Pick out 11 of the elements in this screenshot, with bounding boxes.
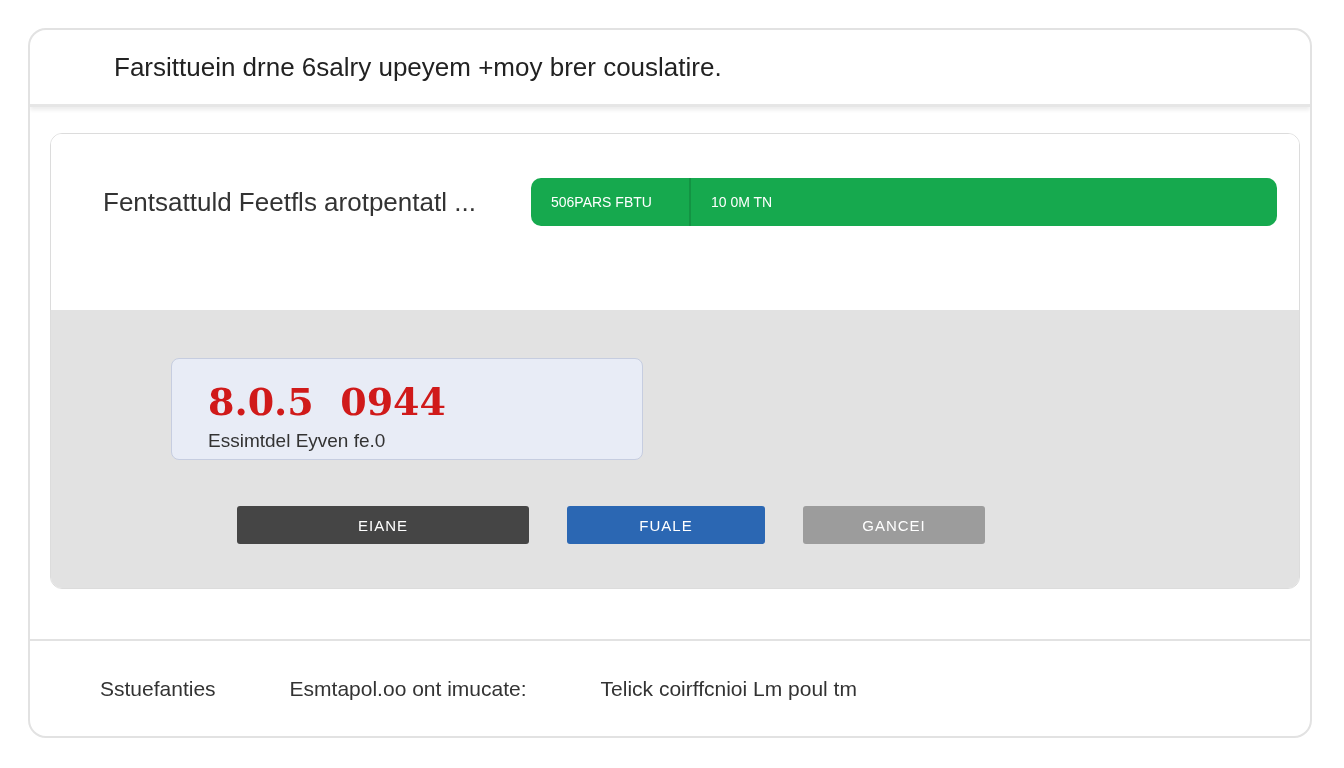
footer-text: Sstuefanties: [100, 676, 216, 701]
window-title: Farsittuein drne 6salry upeyem +moy brer couslatire.: [114, 51, 722, 83]
action-button[interactable]: FUALE: [567, 506, 765, 544]
estimate-caption: Essimtdel Eyven fe.0: [208, 430, 387, 452]
field-label: Fentsattuld Feetfls arotpentatl ...: [103, 186, 477, 218]
footer-text: Esmtapol.oo ont imucate:: [289, 676, 527, 701]
action-button[interactable]: EIANE: [237, 506, 529, 544]
estimate-value: 8.0.5 0944: [208, 379, 447, 424]
bar-label: 10 0M TN: [710, 193, 774, 212]
bar-label: 506PARS FBTU: [531, 178, 691, 226]
footer-text: Telick coirffcnioi Lm poul tm: [600, 676, 857, 701]
